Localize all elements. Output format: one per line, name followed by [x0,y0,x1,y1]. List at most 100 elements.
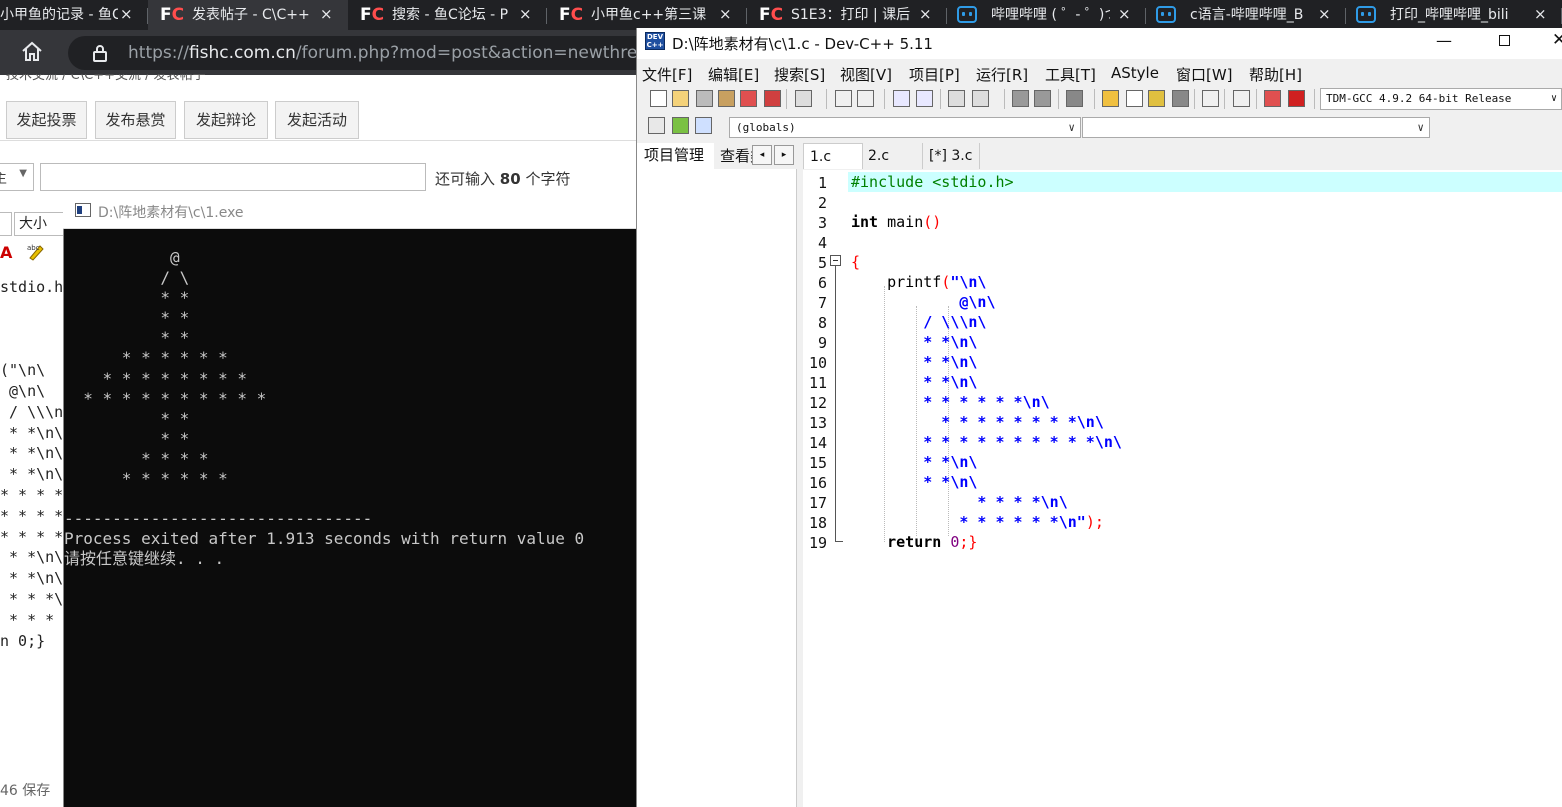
back-icon[interactable] [1012,90,1029,107]
tab-file-2c[interactable]: 2.c [862,143,920,169]
close-icon[interactable]: × [120,5,133,23]
compile-icon[interactable] [1102,90,1119,107]
browser-tab[interactable]: FC 小甲鱼c++第三课 × [547,0,747,30]
line-number: 12 [808,394,827,412]
profile-icon[interactable] [1264,90,1281,107]
menu-item[interactable]: 窗口[W] [1176,64,1233,85]
code-token: ); [1085,513,1104,531]
forum-editor-line: n 0;} [0,631,46,650]
debug-icon[interactable] [1288,90,1305,107]
tab-file-1c[interactable]: 1.c [803,143,863,169]
new-file-icon[interactable] [650,90,667,107]
save-all-icon[interactable] [718,90,735,107]
close-icon[interactable]: × [1534,5,1547,23]
browser-tab[interactable]: 哔哩哔哩 ( ゜- ゜)つ × [947,0,1146,30]
menu-item[interactable]: 项目[P] [909,64,960,85]
tab-project-manager[interactable]: 项目管理 [637,143,714,170]
menu-item[interactable]: AStyle [1111,64,1159,82]
close-icon[interactable]: ✕ [1552,30,1562,50]
browser-tab[interactable]: 打印_哔哩哔哩_bili × [1346,0,1562,30]
print-icon[interactable] [795,90,812,107]
start-reward-button[interactable]: 发布悬赏 [95,101,176,139]
open-icon[interactable] [672,90,689,107]
start-poll-button[interactable]: 发起投票 [6,101,87,139]
scope-combo[interactable]: (globals) ∨ [729,117,1081,138]
close-icon[interactable]: × [1118,5,1131,23]
replace-icon[interactable] [916,90,933,107]
close-icon[interactable]: × [919,5,932,23]
browser-tab[interactable]: FC S1E3：打印 | 课后 × [747,0,947,30]
thread-type-select[interactable]: 主 ▼ [0,163,34,191]
browser-tab[interactable]: FC 发表帖子 - C\C++ × [148,0,348,30]
check-syntax-icon[interactable] [1202,90,1219,107]
symbol-combo[interactable]: ∨ [1082,117,1430,138]
code-token: ;} [959,533,978,551]
tab-scroll-left-icon[interactable]: ◂ [752,145,772,165]
redo-icon[interactable] [857,90,874,107]
code-token: return [851,533,942,551]
fold-collapse-icon[interactable] [830,255,841,266]
menu-item[interactable]: 文件[F] [642,64,692,85]
code-line-1: #include <stdio.h> [851,172,1014,192]
forward-icon[interactable] [1034,90,1051,107]
code-token: printf [851,273,942,291]
url-path: /forum.php?mod=post&action=newthread&fid [295,43,694,63]
toolbar-separator [940,89,941,109]
close-icon[interactable]: × [320,5,333,23]
code-token: "\n\ [950,273,987,291]
browser-tab[interactable]: FC小甲鱼的记录 - 鱼C× [0,0,148,30]
tab-title: 小甲鱼的记录 - 鱼C [0,7,118,23]
line-number: 11 [808,374,827,392]
code-line-5: { [851,252,860,272]
chevron-down-icon: ∨ [1550,93,1557,104]
menu-item[interactable]: 帮助[H] [1249,64,1302,85]
menu-item[interactable]: 视图[V] [840,64,892,85]
home-icon[interactable] [20,40,44,64]
bookmark-icon[interactable] [695,117,712,134]
maximize-icon[interactable] [1499,35,1510,46]
toolbar-separator [1314,89,1315,109]
char-counter-suffix: 个字符 [525,170,571,188]
tab-title: 打印_哔哩哔哩_bili [1390,7,1509,23]
menu-item[interactable]: 运行[R] [976,64,1028,85]
start-debate-button[interactable]: 发起辩论 [184,101,268,139]
start-activity-button[interactable]: 发起活动 [275,101,359,139]
stop-icon[interactable] [1233,90,1250,107]
tab-scroll-right-icon[interactable]: ▸ [774,145,794,165]
divider [0,140,640,141]
run-icon[interactable] [1126,90,1143,107]
browser-tab[interactable]: c语言-哔哩哔哩_B × [1146,0,1346,30]
rebuild-icon[interactable] [1172,90,1189,107]
close-file-icon[interactable] [740,90,757,107]
menu-item[interactable]: 编辑[E] [708,64,759,85]
tab-file-3c[interactable]: [*] 3.c [922,143,980,169]
forum-editor-line: * *\n\ [0,444,64,463]
unindent-icon[interactable] [972,90,989,107]
lock-icon[interactable] [92,44,108,66]
minimize-icon[interactable]: — [1436,31,1452,50]
compile-run-icon[interactable] [1148,90,1165,107]
project-options-icon[interactable] [648,117,665,134]
undo-icon[interactable] [835,90,852,107]
toolbar-separator [1058,89,1059,109]
code-token: { [851,253,861,271]
close-icon[interactable]: × [519,5,532,23]
url-text[interactable]: https://fishc.com.cn/forum.php?mod=post&… [128,43,693,63]
forum-editor-content[interactable]: stdio.h> ("\n\ @\n\ / \\\n\ * *\n\ * *\n\… [0,210,81,807]
find-icon[interactable] [893,90,910,107]
devcpp-app-icon: DEV C++ [645,32,665,50]
close-icon[interactable]: × [719,5,732,23]
browser-tab[interactable]: FC 搜索 - 鱼C论坛 - P × [348,0,547,30]
menu-item[interactable]: 搜索[S] [774,64,825,85]
project-panel[interactable] [637,141,797,807]
menu-item[interactable]: 工具[T] [1045,64,1096,85]
save-icon[interactable] [696,90,713,107]
close-all-icon[interactable] [764,90,781,107]
indent-icon[interactable] [948,90,965,107]
comment-icon[interactable] [1066,90,1083,107]
title-input[interactable] [40,163,426,191]
compiler-select[interactable]: TDM-GCC 4.9.2 64-bit Release ∨ [1320,88,1562,110]
line-number: 16 [808,474,827,492]
goto-icon[interactable] [672,117,689,134]
close-icon[interactable]: × [1318,5,1331,23]
